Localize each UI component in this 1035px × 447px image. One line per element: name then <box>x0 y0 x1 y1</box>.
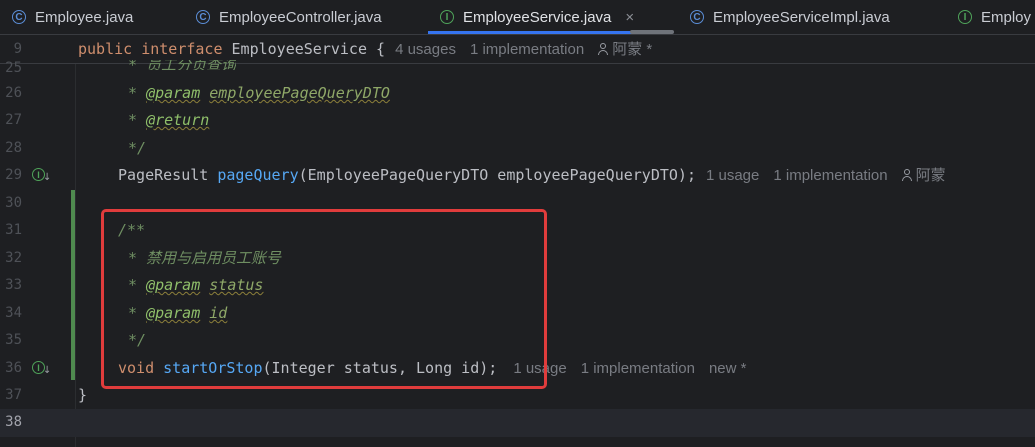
code-line-36[interactable]: 36 I ↓ void startOrStop(Integer status, … <box>0 355 1035 382</box>
line-number: 29 <box>5 167 22 183</box>
author-hint[interactable]: 阿蒙 <box>901 167 960 184</box>
javadoc-comment: /** <box>118 221 146 239</box>
tab-employee-controller-java[interactable]: C EmployeeController.java <box>196 0 382 34</box>
tab-employee-service-java[interactable]: I EmployeeService.java × <box>428 0 643 34</box>
author-name: 阿蒙 * <box>612 41 653 58</box>
editor-tab-bar: C Employee.java C EmployeeController.jav… <box>0 0 1035 35</box>
tab-scrollbar-thumb[interactable] <box>630 30 674 34</box>
javadoc-tag: @return <box>146 111 210 129</box>
author-hint[interactable]: 阿蒙 * <box>598 41 666 58</box>
new-hint[interactable]: new * <box>709 360 747 377</box>
inlay-hint[interactable]: 1 usage 1 implementation new * <box>513 360 760 377</box>
person-icon <box>598 43 609 55</box>
javadoc-tag: @param <box>146 304 201 322</box>
usages-hint[interactable]: 1 usage <box>513 360 566 377</box>
code-line-27[interactable]: 27 * @return <box>0 107 1035 134</box>
method-name: pageQuery <box>217 166 299 184</box>
class-icon: C <box>12 10 26 24</box>
line-number: 37 <box>5 387 22 403</box>
line-number: 33 <box>5 277 22 293</box>
interface-icon: I <box>958 10 972 24</box>
implementation-hint[interactable]: 1 implementation <box>773 167 887 184</box>
param-name: status <box>209 276 264 294</box>
comment-star: * <box>128 84 147 102</box>
code-line-33[interactable]: 33 * @param status <box>0 272 1035 299</box>
param-name: employeePageQueryDTO <box>209 84 390 102</box>
code-line-38-current[interactable]: 38 <box>0 409 1035 437</box>
inlay-hint[interactable]: 4 usages 1 implementation 阿蒙 * <box>395 41 680 58</box>
comment-star: * <box>128 111 147 129</box>
param-name: id <box>209 304 228 322</box>
code-line-29[interactable]: 29 I ↓ PageResult pageQuery(EmployeePage… <box>0 162 1035 189</box>
tab-label: Employee.java <box>35 8 134 26</box>
line-number: 35 <box>5 332 22 348</box>
class-icon: C <box>690 10 704 24</box>
tab-label: EmployeeService.java <box>463 8 612 26</box>
person-icon <box>901 169 912 181</box>
code-text: void startOrStop(Integer status, Long id… <box>118 355 760 382</box>
keyword: public <box>78 40 133 58</box>
code-line-30[interactable]: 30 <box>0 190 1035 217</box>
class-icon: C <box>196 10 210 24</box>
code-editor[interactable]: 9 public interface EmployeeService { 4 us… <box>0 35 1035 447</box>
method-name: startOrStop <box>163 359 263 377</box>
tab-employee-java[interactable]: C Employee.java <box>12 0 133 34</box>
javadoc-tag: @param <box>146 276 201 294</box>
code-line-34[interactable]: 34 * @param id <box>0 300 1035 327</box>
return-type: PageResult <box>118 166 218 184</box>
tab-label: EmployeeController.java <box>219 8 382 26</box>
line-number: 28 <box>5 140 22 156</box>
keyword: interface <box>141 40 223 58</box>
code-line-31[interactable]: 31 /** <box>0 217 1035 244</box>
inlay-hint[interactable]: 1 usage 1 implementation 阿蒙 <box>706 167 974 184</box>
javadoc-comment: * @param employeePageQueryDTO <box>128 80 390 107</box>
line-number: 36 <box>5 360 22 376</box>
javadoc-comment: * @return <box>128 107 209 134</box>
closing-brace: } <box>78 386 88 404</box>
line-number: 32 <box>5 250 22 266</box>
code-text: PageResult pageQuery(EmployeePageQueryDT… <box>118 162 974 189</box>
javadoc-comment: * @param status <box>128 272 263 299</box>
usages-hint[interactable]: 1 usage <box>706 167 759 184</box>
usages-hint[interactable]: 4 usages <box>395 41 456 58</box>
javadoc-comment: * @param id <box>128 300 227 327</box>
implementation-hint[interactable]: 1 implementation <box>470 41 584 58</box>
implementation-hint[interactable]: 1 implementation <box>581 360 695 377</box>
line-number: 38 <box>5 414 22 430</box>
tab-employ-truncated[interactable]: I Employ <box>958 0 1031 34</box>
keyword: void <box>118 359 164 377</box>
tab-employee-service-impl-java[interactable]: C EmployeeServiceImpl.java <box>690 0 890 34</box>
comment-star: * <box>128 276 147 294</box>
line-number: 27 <box>5 112 22 128</box>
line-number: 25 <box>5 60 22 76</box>
javadoc-comment: */ <box>128 139 147 157</box>
code-line-32[interactable]: 32 * 禁用与启用员工账号 <box>0 245 1035 272</box>
close-tab-icon[interactable]: × <box>625 9 634 26</box>
line-number: 34 <box>5 305 22 321</box>
line-number: 30 <box>5 195 22 211</box>
line-number: 9 <box>13 41 22 57</box>
code-line-28[interactable]: 28 */ <box>0 135 1035 162</box>
javadoc-comment: * 禁用与启用员工账号 <box>128 249 282 267</box>
code-line-37[interactable]: 37 } <box>0 382 1035 409</box>
interface-icon: I <box>440 10 454 24</box>
interface-name: EmployeeService { <box>231 40 386 58</box>
javadoc-comment: */ <box>128 331 147 349</box>
tab-label: Employ <box>981 8 1032 26</box>
code-line-35[interactable]: 35 */ <box>0 327 1035 354</box>
method-args: (Integer status, Long id); <box>262 359 498 377</box>
navigate-down-arrow-icon[interactable]: ↓ <box>43 172 51 183</box>
line-number: 26 <box>5 85 22 101</box>
code-line-26[interactable]: 26 * @param employeePageQueryDTO <box>0 80 1035 107</box>
line-number: 31 <box>5 222 22 238</box>
tab-label: EmployeeServiceImpl.java <box>713 8 890 26</box>
author-name: 阿蒙 <box>915 167 946 184</box>
javadoc-comment: * 员工分页查询 <box>128 60 237 70</box>
navigate-down-arrow-icon[interactable]: ↓ <box>43 365 51 376</box>
javadoc-tag: @param <box>146 84 201 102</box>
method-args: (EmployeePageQueryDTO employeePageQueryD… <box>298 166 696 184</box>
comment-star: * <box>128 304 147 322</box>
